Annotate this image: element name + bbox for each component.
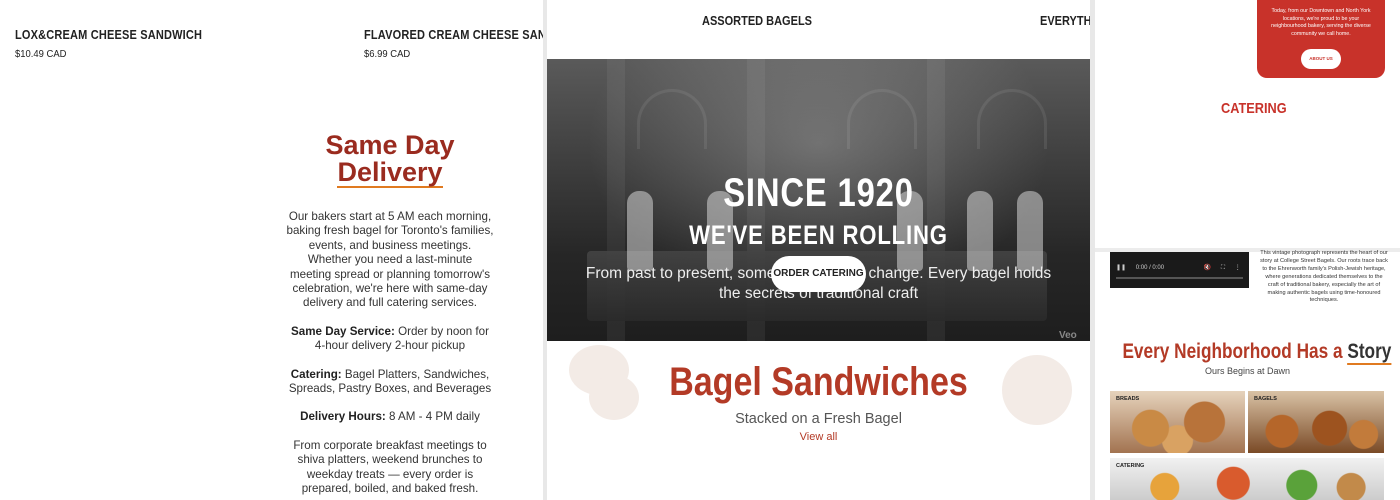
category-strip: ASSORTED BAGELS EVERYTHIN bbox=[547, 0, 1090, 59]
story-heading-b: Story bbox=[1347, 340, 1392, 365]
story-heading-a: Every Neighborhood Has a bbox=[1122, 340, 1343, 363]
breads-tile[interactable]: BREADS bbox=[1110, 391, 1245, 453]
section-subtitle: Stacked on a Fresh Bagel bbox=[735, 411, 902, 427]
delivery-closing: From corporate breakfast meetings to shi… bbox=[293, 438, 487, 496]
catering-label: Catering: bbox=[290, 367, 342, 381]
video-player[interactable]: ❚❚ 0:00 / 0:00 🔇 ⛶ ⋮ bbox=[1110, 252, 1249, 288]
delivery-heading-line1: Same Day bbox=[325, 130, 455, 160]
section-title: Bagel Sandwiches bbox=[669, 360, 968, 404]
delivery-heading-line2: Delivery bbox=[337, 157, 443, 188]
story-heading: Every Neighborhood Has a Story bbox=[1122, 340, 1391, 365]
product-panel: LOX&CREAM CHEESE SANDWICH $10.49 CAD FLA… bbox=[0, 0, 543, 500]
more-icon[interactable]: ⋮ bbox=[1235, 265, 1241, 271]
same-day-label: Same Day Service: bbox=[291, 324, 395, 338]
video-time: 0:00 / 0:00 bbox=[1135, 265, 1165, 271]
hero-subtitle: WE'VE BEEN ROLLING bbox=[689, 220, 948, 250]
about-section: Today, from our Downtown and North York … bbox=[1095, 0, 1400, 248]
product-name[interactable]: LOX&CREAM CHEESE SANDWICH bbox=[15, 28, 202, 42]
about-us-button[interactable]: ABOUT US bbox=[1301, 49, 1341, 69]
delivery-heading: Same Day Delivery bbox=[0, 132, 543, 188]
product-price: $10.49 CAD bbox=[15, 48, 67, 60]
video-watermark: Veo bbox=[1059, 330, 1077, 341]
video-progress[interactable] bbox=[1116, 277, 1243, 279]
mute-icon[interactable]: 🔇 bbox=[1204, 265, 1211, 271]
delivery-intro: Our bakers start at 5 AM each morning, b… bbox=[286, 210, 494, 310]
hero-title: SINCE 1920 bbox=[723, 171, 914, 215]
same-day-info: Same Day Service: Order by noon for 4-ho… bbox=[286, 325, 494, 354]
about-card-text: Today, from our Downtown and North York … bbox=[1271, 8, 1371, 37]
catering-tile[interactable]: CATERING bbox=[1110, 458, 1384, 500]
product-card[interactable]: LOX&CREAM CHEESE SANDWICH $10.49 CAD bbox=[15, 28, 228, 60]
hero-panel: ASSORTED BAGELS EVERYTHIN SINCE 1920 WE'… bbox=[547, 0, 1090, 500]
category-link[interactable]: ASSORTED BAGELS bbox=[702, 14, 812, 28]
view-all-link[interactable]: View all bbox=[547, 431, 1090, 443]
tile-label: BAGELS bbox=[1254, 396, 1277, 402]
play-pause-icon[interactable]: ❚❚ bbox=[1116, 265, 1126, 271]
hero-video[interactable]: SINCE 1920 WE'VE BEEN ROLLING From past … bbox=[547, 59, 1090, 341]
tile-label: CATERING bbox=[1116, 463, 1145, 469]
catering-heading[interactable]: CATERING bbox=[1221, 100, 1287, 117]
product-card[interactable]: FLAVORED CREAM CHEESE SANDWICH $6.99 CAD bbox=[364, 28, 543, 60]
fullscreen-icon[interactable]: ⛶ bbox=[1221, 265, 1225, 271]
about-card: Today, from our Downtown and North York … bbox=[1257, 0, 1385, 78]
tile-label: BREADS bbox=[1116, 396, 1140, 402]
product-name[interactable]: FLAVORED CREAM CHEESE SANDWICH bbox=[364, 28, 543, 42]
story-panel: Today, from our Downtown and North York … bbox=[1095, 0, 1400, 500]
order-catering-button[interactable]: ORDER CATERING bbox=[771, 256, 866, 292]
bagels-tile[interactable]: BAGELS bbox=[1248, 391, 1384, 453]
hours-text: 8 AM - 4 PM daily bbox=[389, 410, 480, 424]
catering-info: Catering: Bagel Platters, Sandwiches, Sp… bbox=[286, 368, 494, 397]
video-description: This vintage photograph represents the h… bbox=[1260, 250, 1388, 304]
hours-label: Delivery Hours: bbox=[300, 410, 386, 424]
hours-info: Delivery Hours: 8 AM - 4 PM daily bbox=[286, 410, 494, 424]
video-controls[interactable]: ❚❚ 0:00 / 0:00 🔇 ⛶ ⋮ bbox=[1116, 264, 1249, 272]
product-price: $6.99 CAD bbox=[364, 48, 411, 60]
category-link[interactable]: EVERYTHIN bbox=[1040, 14, 1090, 28]
delivery-body: Our bakers start at 5 AM each morning, b… bbox=[286, 210, 494, 500]
story-subtitle: Ours Begins at Dawn bbox=[1204, 366, 1291, 376]
